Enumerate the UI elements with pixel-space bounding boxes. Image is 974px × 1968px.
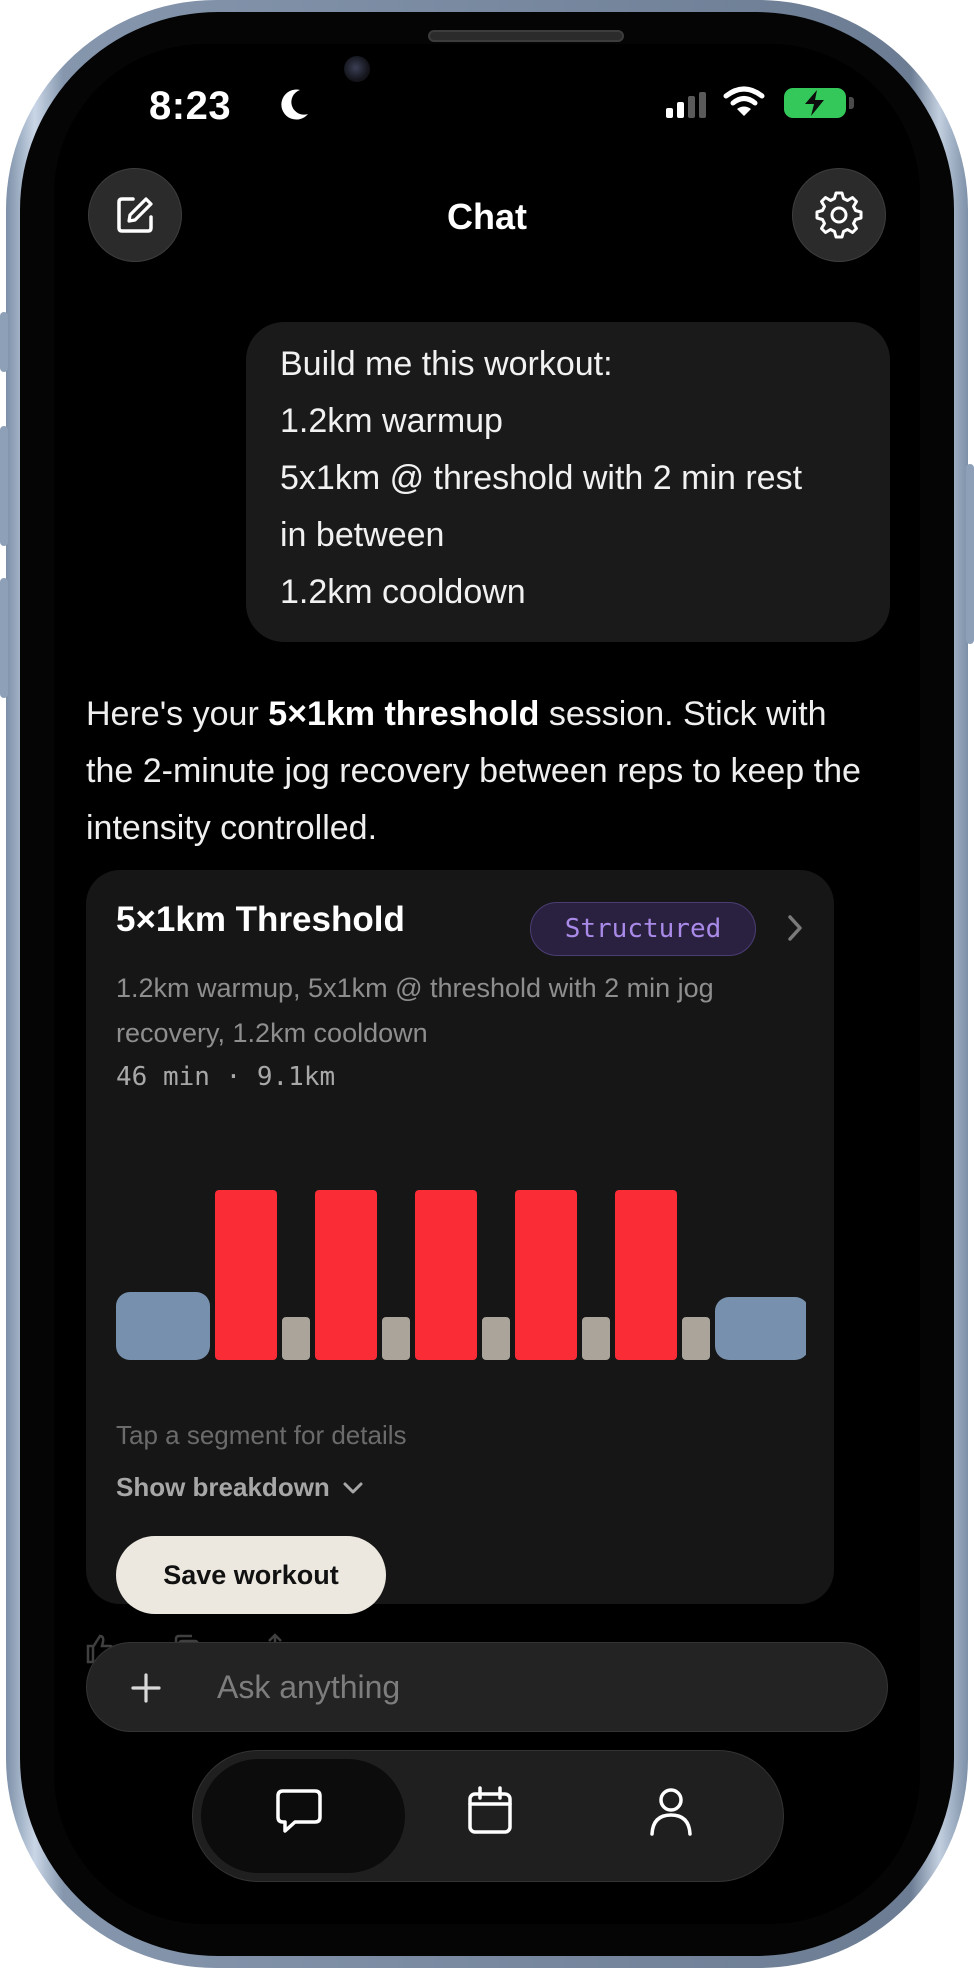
assistant-message-intro: Here's your [86, 695, 269, 733]
volume-up-button [0, 426, 8, 546]
user-message-line: 1.2km cooldown [280, 573, 526, 611]
charging-bolt-icon [805, 90, 824, 116]
segment-recovery[interactable] [482, 1317, 510, 1360]
battery-cap [849, 97, 854, 109]
tab-chat[interactable] [273, 1785, 325, 1837]
structured-badge: Structured [530, 902, 756, 956]
user-message-line: Build me this workout: [280, 345, 613, 383]
page-title: Chat [447, 196, 527, 237]
segment-recovery[interactable] [282, 1317, 310, 1360]
user-message-line: 5x1km @ threshold with 2 min rest [280, 459, 803, 497]
earpiece-speaker [428, 30, 624, 42]
tab-bar [192, 1750, 784, 1882]
tap-hint: Tap a segment for details [116, 1420, 407, 1450]
show-breakdown-toggle[interactable]: Show breakdown [116, 1472, 364, 1503]
message-input[interactable] [217, 1665, 837, 1709]
segment-warmup[interactable] [116, 1292, 210, 1360]
assistant-message-emphasis: 5×1km threshold [268, 695, 540, 733]
segment-cooldown[interactable] [715, 1297, 806, 1360]
show-breakdown-label: Show breakdown [116, 1472, 330, 1502]
power-button [966, 464, 974, 644]
assistant-message: Here's your 5×1km threshold session. Sti… [86, 686, 866, 857]
workout-card[interactable]: 5×1km Threshold Structured 1.2km warmup,… [86, 870, 834, 1614]
segment-interval[interactable] [215, 1190, 277, 1360]
segment-interval[interactable] [315, 1190, 377, 1360]
segment-recovery[interactable] [682, 1317, 710, 1360]
segment-recovery[interactable] [382, 1317, 410, 1360]
tab-profile[interactable] [645, 1785, 697, 1837]
segment-interval[interactable] [415, 1190, 477, 1360]
segment-interval[interactable] [515, 1190, 577, 1360]
settings-button[interactable] [792, 168, 886, 262]
workout-meta: 46 min · 9.1km [116, 1062, 336, 1092]
wifi-icon [723, 86, 765, 116]
front-camera [344, 56, 370, 82]
workout-title: 5×1km Threshold [116, 900, 405, 939]
chevron-right-icon[interactable] [786, 914, 804, 942]
segment-interval[interactable] [615, 1190, 677, 1360]
status-time: 8:23 [149, 84, 232, 128]
cellular-signal-icon [666, 92, 706, 118]
action-button [0, 312, 8, 372]
user-message-bubble: Build me this workout: 1.2km warmup 5x1k… [246, 322, 890, 642]
user-message-line: 1.2km warmup [280, 402, 503, 440]
screen: 8:23 Chat Build me this workout: 1.2km w… [54, 44, 920, 1924]
tab-calendar[interactable] [465, 1785, 515, 1837]
plus-icon[interactable] [131, 1673, 161, 1703]
save-workout-button[interactable]: Save workout [116, 1536, 386, 1614]
volume-down-button [0, 578, 8, 698]
moon-icon [281, 89, 308, 120]
workout-description: 1.2km warmup, 5x1km @ threshold with 2 m… [116, 973, 714, 1048]
workout-segments-chart[interactable] [116, 1190, 806, 1410]
chevron-down-icon [343, 1482, 363, 1493]
chat-composer [86, 1642, 888, 1732]
user-message-line: in between [280, 516, 445, 554]
segment-recovery[interactable] [582, 1317, 610, 1360]
gear-icon [815, 191, 863, 239]
